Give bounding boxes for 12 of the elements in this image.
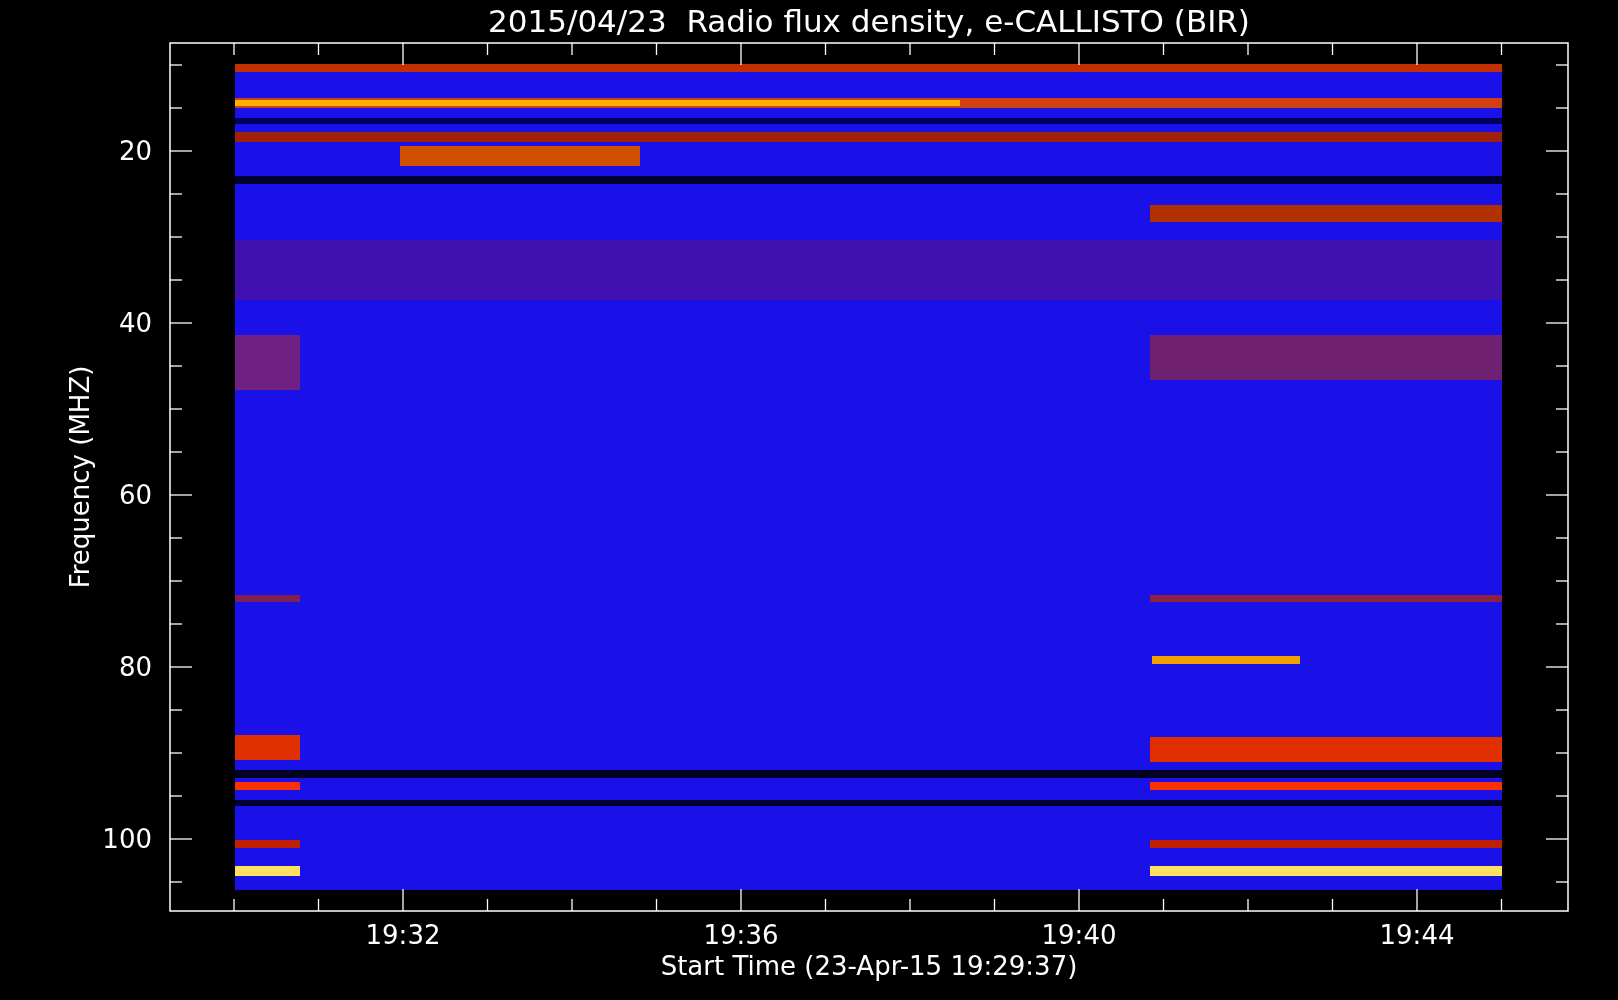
tick-label: 20 bbox=[118, 136, 152, 166]
tick-label: 80 bbox=[118, 652, 152, 682]
tick-label: 19:36 bbox=[703, 920, 779, 950]
tick-label: 19:40 bbox=[1041, 920, 1117, 950]
tick-label: 19:44 bbox=[1379, 920, 1455, 950]
tick-label: 19:32 bbox=[365, 920, 441, 950]
axis-title: Frequency (MHZ) bbox=[65, 365, 95, 589]
tick-label: 40 bbox=[118, 308, 152, 338]
chart-title: 2015/04/23 Radio flux density, e-CALLISTO (BIR) bbox=[488, 3, 1250, 39]
tick-label: 60 bbox=[118, 480, 152, 510]
axis-title: Start Time (23-Apr-15 19:29:37) bbox=[660, 951, 1078, 981]
tick-label: 100 bbox=[102, 824, 152, 854]
